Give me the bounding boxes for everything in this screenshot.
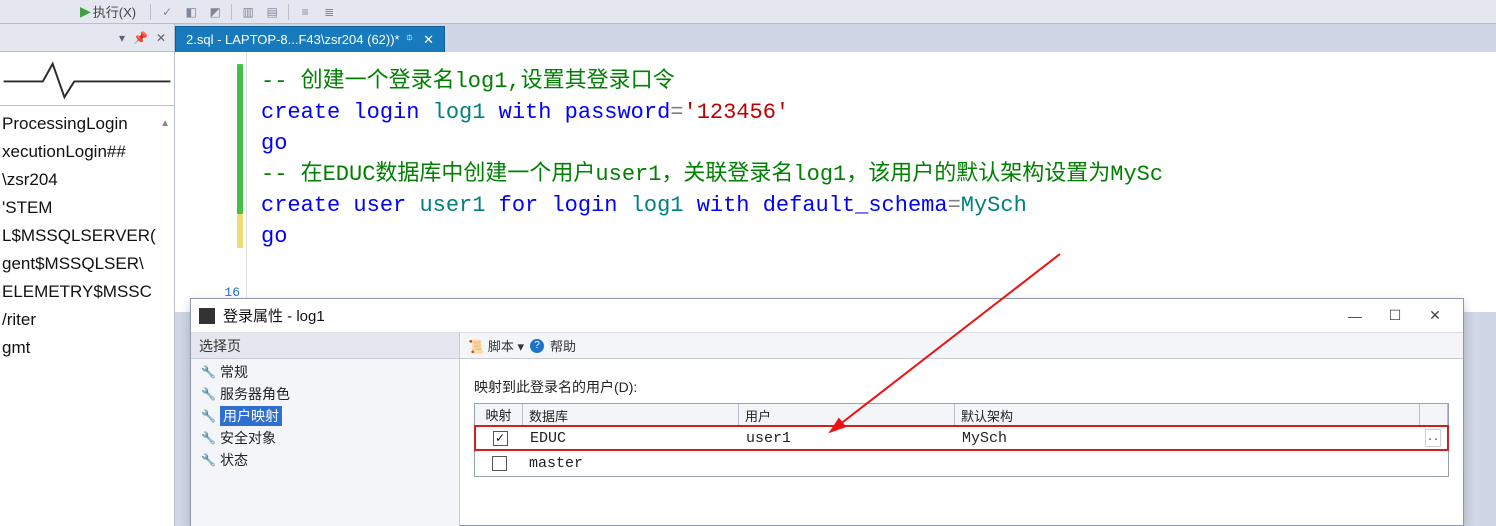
- nav-item-status[interactable]: 🔧状态: [191, 449, 459, 471]
- checkbox-checked[interactable]: ✓: [493, 431, 508, 446]
- nav-heading: 选择页: [191, 333, 459, 359]
- panel-header: ▾ 📌 ✕: [0, 24, 174, 52]
- pin-icon[interactable]: ⯐: [406, 31, 414, 48]
- mapping-caption: 映射到此登录名的用户(D):: [474, 377, 1449, 397]
- document-tab-active[interactable]: 2.sql - LAPTOP-8...F43\zsr204 (62))* ⯐ ✕: [175, 26, 445, 52]
- grid-row[interactable]: master: [475, 450, 1448, 476]
- nav-item-server-roles[interactable]: 🔧服务器角色: [191, 383, 459, 405]
- wrench-icon: 🔧: [201, 453, 216, 467]
- dialog-title: 登录属性 - log1: [223, 305, 1335, 326]
- login-properties-dialog: 登录属性 - log1 — ☐ ✕ 选择页 🔧常规 🔧服务器角色 🔧用户映射 🔧…: [190, 298, 1464, 526]
- document-tab-bar: 2.sql - LAPTOP-8...F43\zsr204 (62))* ⯐ ✕: [175, 24, 1496, 52]
- play-icon: ▶: [80, 3, 91, 20]
- toolbar-button[interactable]: ◧: [179, 3, 203, 21]
- object-explorer-panel: ▾ 📌 ✕ ▲ ProcessingLogin xecutionLogin## …: [0, 24, 175, 526]
- col-user: 用户: [739, 404, 955, 425]
- object-explorer-tree[interactable]: ▲ ProcessingLogin xecutionLogin## \zsr20…: [0, 106, 174, 366]
- dialog-nav: 选择页 🔧常规 🔧服务器角色 🔧用户映射 🔧安全对象 🔧状态: [191, 333, 460, 526]
- maximize-button[interactable]: ☐: [1375, 302, 1415, 330]
- pin-icon[interactable]: 📌: [131, 31, 150, 45]
- scroll-up-icon[interactable]: ▲: [160, 110, 170, 138]
- toolbar-button[interactable]: ▥: [236, 3, 260, 21]
- dialog-toolbar: 📜 脚本 ▾ ? 帮助: [460, 333, 1463, 359]
- dialog-icon: [199, 308, 215, 324]
- tree-item[interactable]: 'STEM: [2, 194, 172, 222]
- tree-item[interactable]: /riter: [2, 306, 172, 334]
- toolbar-button[interactable]: ▤: [260, 3, 284, 21]
- col-database: 数据库: [523, 404, 739, 425]
- code-content: -- 创建一个登录名log1,设置其登录口令 create login log1…: [261, 66, 1490, 252]
- nav-item-securables[interactable]: 🔧安全对象: [191, 427, 459, 449]
- wrench-icon: 🔧: [201, 387, 216, 401]
- cell-schema: [955, 461, 1420, 465]
- grid-header: 映射 数据库 用户 默认架构: [475, 404, 1448, 426]
- tree-item[interactable]: ELEMETRY$MSSC: [2, 278, 172, 306]
- col-schema: 默认架构: [955, 404, 1420, 425]
- tree-item[interactable]: gmt: [2, 334, 172, 362]
- cell-database: master: [523, 453, 739, 474]
- checkbox-unchecked[interactable]: [492, 456, 507, 471]
- nav-item-user-mapping[interactable]: 🔧用户映射: [191, 405, 459, 427]
- ellipsis-button[interactable]: ..: [1425, 429, 1441, 447]
- wrench-icon: 🔧: [201, 365, 216, 379]
- help-icon: ?: [530, 339, 544, 353]
- ide-main-toolbar: ▶ 执行(X) ✓ ◧ ◩ ▥ ▤ ≡ ≣: [0, 0, 1496, 24]
- cell-schema: MySch: [956, 428, 1419, 449]
- wrench-icon: 🔧: [201, 431, 216, 445]
- user-mapping-grid[interactable]: 映射 数据库 用户 默认架构 ✓ EDUC user1 MySch ..: [474, 403, 1449, 477]
- execute-button[interactable]: 执行(X): [93, 2, 136, 21]
- toolbar-button[interactable]: ◩: [203, 3, 227, 21]
- grid-row[interactable]: ✓ EDUC user1 MySch ..: [474, 425, 1449, 451]
- help-button[interactable]: 帮助: [550, 336, 576, 355]
- toolbar-button[interactable]: ≡: [293, 3, 317, 21]
- close-button[interactable]: ✕: [1415, 302, 1455, 330]
- close-icon[interactable]: ✕: [419, 32, 434, 48]
- wrench-icon: 🔧: [201, 409, 216, 423]
- toolbar-button[interactable]: ≣: [317, 3, 341, 21]
- close-icon[interactable]: ✕: [154, 31, 168, 45]
- toolbar-button[interactable]: ✓: [155, 3, 179, 21]
- tree-item[interactable]: gent$MSSQLSER\: [2, 250, 172, 278]
- script-button[interactable]: 📜 脚本 ▾: [468, 336, 524, 355]
- sql-editor[interactable]: 16 -- 创建一个登录名log1,设置其登录口令 create login l…: [175, 52, 1496, 312]
- change-markers: [237, 64, 247, 312]
- cell-user: [739, 461, 955, 465]
- dropdown-icon[interactable]: ▾: [117, 31, 127, 45]
- cell-user: user1: [740, 428, 956, 449]
- tree-item[interactable]: L$MSSQLSERVER(: [2, 222, 172, 250]
- col-map: 映射: [475, 404, 523, 425]
- dialog-titlebar: 登录属性 - log1 — ☐ ✕: [191, 299, 1463, 333]
- minimize-button[interactable]: —: [1335, 302, 1375, 330]
- activity-monitor-icon: [0, 52, 174, 106]
- tab-title: 2.sql - LAPTOP-8...F43\zsr204 (62))*: [186, 32, 400, 47]
- tree-item[interactable]: ProcessingLogin: [2, 110, 172, 138]
- tree-item[interactable]: xecutionLogin##: [2, 138, 172, 166]
- nav-item-general[interactable]: 🔧常规: [191, 361, 459, 383]
- tree-item[interactable]: \zsr204: [2, 166, 172, 194]
- cell-database: EDUC: [524, 428, 740, 449]
